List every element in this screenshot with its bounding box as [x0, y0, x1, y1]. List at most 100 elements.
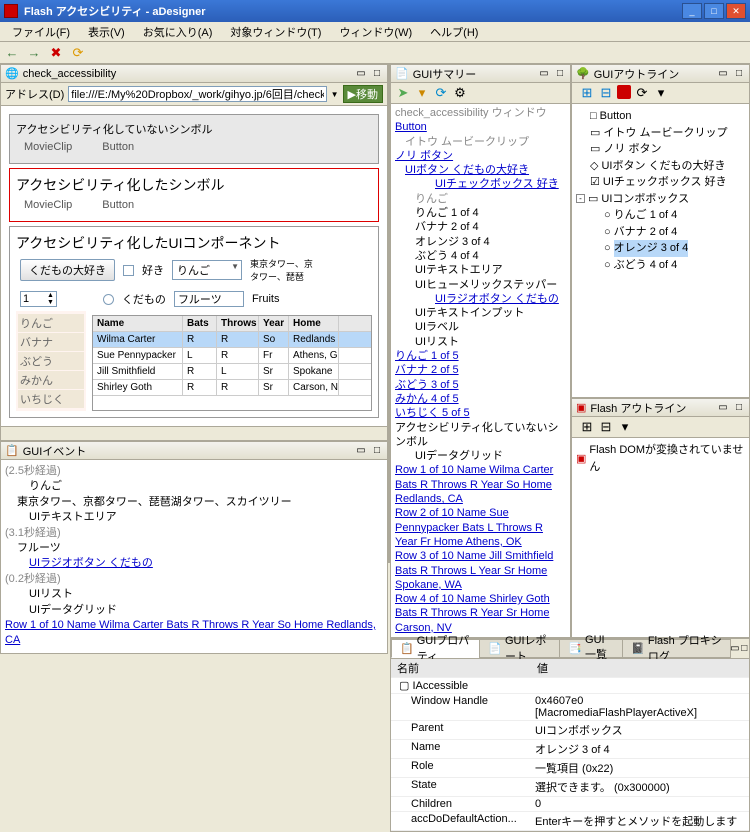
minimize-pane-icon[interactable]: ▭	[355, 68, 367, 80]
refresh-icon[interactable]: ⟳	[634, 85, 650, 101]
summary-item[interactable]: りんご 1 of 5	[393, 349, 568, 363]
menu-help[interactable]: ヘルプ(H)	[422, 22, 486, 42]
forward-icon[interactable]: →	[26, 45, 42, 61]
pane-control-icon[interactable]: ▭	[717, 68, 729, 80]
summary-item[interactable]: Row 4 of 10 Name Shirley Goth Bats R Thr…	[393, 592, 568, 635]
summary-item[interactable]: Row 3 of 10 Name Jill Smithfield Bats R …	[393, 549, 568, 592]
property-row[interactable]: Nameオレンジ 3 of 4	[391, 740, 749, 759]
menu-view[interactable]: 表示(V)	[80, 22, 133, 42]
expand-icon[interactable]: ⊞	[579, 85, 595, 101]
maximize-button[interactable]: □	[704, 3, 724, 19]
scrollbar[interactable]	[1, 426, 387, 440]
maximize-pane-icon[interactable]: □	[371, 68, 383, 80]
summary-item[interactable]: UIボタン くだもの大好き	[393, 163, 568, 177]
property-row[interactable]: Role一覧項目 (0x22)	[391, 759, 749, 778]
pane-control-icon[interactable]: □	[554, 68, 566, 80]
summary-item[interactable]: バナナ 2 of 5	[393, 363, 568, 377]
event-line[interactable]: UIラジオボタン くだもの	[5, 556, 383, 571]
tree-item[interactable]: ○ぶどう 4 of 4	[590, 257, 745, 274]
tree-item[interactable]: ▭イトウ ムービークリップ	[576, 125, 745, 142]
summary-list[interactable]: check_accessibility ウィンドウ Buttonイトウ ムービー…	[391, 104, 570, 637]
column-header[interactable]: Bats	[183, 316, 217, 331]
address-input[interactable]	[68, 86, 326, 102]
pane-control-icon[interactable]: ▭	[730, 642, 739, 654]
menu-windows[interactable]: ウィンドウ(W)	[331, 22, 420, 42]
minimize-pane-icon[interactable]: ▭	[355, 445, 367, 457]
tree-item[interactable]: ▭ノリ ボタン	[576, 141, 745, 158]
table-row[interactable]: Wilma CarterRRSoRedlands	[93, 332, 371, 348]
tab-gui-property[interactable]: 📋GUIプロパティ	[391, 639, 480, 658]
event-line[interactable]: Row 1 of 10 Name Wilma Carter Bats R Thr…	[5, 618, 383, 649]
list-item[interactable]: バナナ	[18, 333, 84, 351]
tree-item[interactable]: □Button	[576, 108, 745, 125]
summary-item[interactable]: Row 1 of 10 Name Wilma Carter Bats R Thr…	[393, 463, 568, 506]
stop-icon[interactable]: ✖	[48, 45, 64, 61]
numeric-stepper[interactable]: ▲▼	[20, 291, 57, 307]
summary-item[interactable]: いちじく 5 of 5	[393, 406, 568, 420]
tab-flash-proxy-log[interactable]: 📓Flash プロキシ ログ	[622, 639, 731, 658]
go-button[interactable]: ▶ 移動	[343, 85, 383, 103]
summary-item[interactable]: Button	[393, 120, 568, 134]
column-header[interactable]: Throws	[217, 316, 259, 331]
outline-tree[interactable]: □Button▭イトウ ムービークリップ▭ノリ ボタン◇UIボタン くだもの大好…	[572, 104, 749, 277]
collapse-icon[interactable]: ⊟	[598, 419, 614, 435]
pane-control-icon[interactable]: □	[733, 402, 745, 414]
property-row[interactable]: Children0	[391, 797, 749, 812]
fruit-combo[interactable]: りんご	[172, 260, 242, 280]
table-row[interactable]: Jill SmithfieldRLSrSpokane	[93, 364, 371, 380]
tree-item[interactable]: ◇UIボタン くだもの大好き	[576, 158, 745, 175]
summary-item[interactable]: Row 2 of 10 Name Sue Pennypacker Bats L …	[393, 506, 568, 549]
property-table[interactable]: 名前値 ▢ IAccessible Window Handle0x4607e0 …	[391, 659, 749, 831]
list-item[interactable]: いちじく	[18, 390, 84, 408]
summary-item[interactable]: UIチェックボックス 好き	[393, 177, 568, 191]
dropdown-icon[interactable]: ▼	[331, 90, 339, 99]
tab-gui-list[interactable]: 📑GUI一覧	[559, 639, 623, 658]
data-grid[interactable]: NameBatsThrowsYearHome Wilma CarterRRSoR…	[92, 315, 372, 411]
expand-icon[interactable]: ⊞	[579, 419, 595, 435]
collapse-icon[interactable]: ⊟	[598, 85, 614, 101]
list-item[interactable]: ぶどう	[18, 352, 84, 370]
menu-icon[interactable]: ▾	[653, 85, 669, 101]
fruit-radio[interactable]	[103, 294, 114, 305]
menu-favorites[interactable]: お気に入り(A)	[135, 22, 221, 42]
table-row[interactable]: Sue PennypackerLRFrAthens, G	[93, 348, 371, 364]
alert-icon[interactable]	[617, 85, 631, 99]
tree-item[interactable]: ○バナナ 2 of 4	[590, 224, 745, 241]
favorite-button[interactable]: くだもの大好き	[20, 259, 115, 281]
menu-file[interactable]: ファイル(F)	[4, 22, 78, 42]
tree-item[interactable]: -▭UIコンボボックス	[576, 191, 745, 208]
column-header[interactable]: Year	[259, 316, 289, 331]
tool-icon[interactable]: ▾	[414, 85, 430, 101]
menu-icon[interactable]: ▾	[617, 419, 633, 435]
tree-item[interactable]: ○りんご 1 of 4	[590, 207, 745, 224]
menu-target-window[interactable]: 対象ウィンドウ(T)	[222, 22, 329, 42]
tool-icon[interactable]: ⟳	[433, 85, 449, 101]
property-row[interactable]: accDoDefaultAction...Enterキーを押すとメソッドを起動し…	[391, 812, 749, 831]
pane-control-icon[interactable]: □	[733, 68, 745, 80]
expander-icon[interactable]: -	[576, 194, 585, 203]
minimize-button[interactable]: _	[682, 3, 702, 19]
table-row[interactable]: Shirley GothRRSrCarson, N	[93, 380, 371, 396]
pane-control-icon[interactable]: ▭	[717, 402, 729, 414]
pane-control-icon[interactable]: ▭	[538, 68, 550, 80]
pane-control-icon[interactable]: □	[740, 642, 749, 654]
fruit-text-input[interactable]	[174, 291, 244, 307]
property-row[interactable]: Window Handle0x4607e0 [MacromediaFlashPl…	[391, 694, 749, 721]
list-item[interactable]: みかん	[18, 371, 84, 389]
column-header[interactable]: Home	[289, 316, 339, 331]
tab-gui-report[interactable]: 📄GUIレポート	[479, 639, 560, 658]
refresh-icon[interactable]: ⟳	[70, 45, 86, 61]
property-row[interactable]: State選択できます。 (0x300000)	[391, 778, 749, 797]
tool-icon[interactable]: ⚙	[452, 85, 468, 101]
summary-item[interactable]: みかん 4 of 5	[393, 392, 568, 406]
back-icon[interactable]: ←	[4, 45, 20, 61]
summary-item[interactable]: UIラジオボタン くだもの	[393, 292, 568, 306]
list-item[interactable]: りんご	[18, 314, 84, 332]
maximize-pane-icon[interactable]: □	[371, 445, 383, 457]
summary-item[interactable]: ノリ ボタン	[393, 149, 568, 163]
property-row[interactable]: ParentUIコンボボックス	[391, 721, 749, 740]
events-list[interactable]: (2.5秒経過)りんご東京タワー、京都タワー、琵琶湖タワー、スカイツリーUIテキ…	[1, 460, 387, 653]
like-checkbox[interactable]	[123, 265, 134, 276]
column-header[interactable]: Name	[93, 316, 183, 331]
summary-item[interactable]: ぶどう 3 of 5	[393, 378, 568, 392]
